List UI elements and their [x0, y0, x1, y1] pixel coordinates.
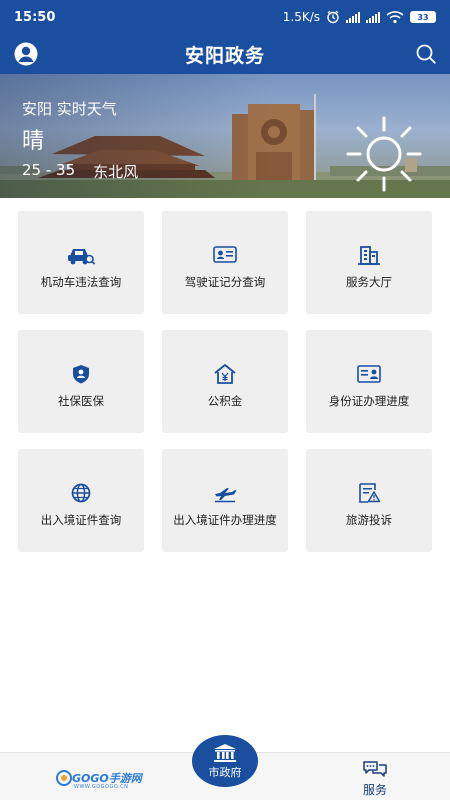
app-header: 安阳政务 [0, 34, 450, 74]
service-tile-license-points[interactable]: 驾驶证记分查询 [162, 211, 288, 314]
weather-city: 安阳 实时天气 [22, 100, 117, 118]
weather-info: 安阳 实时天气 晴 25 - 35 东北风 [22, 98, 138, 182]
government-building-icon [214, 743, 236, 762]
service-tile-exit-entry-progress[interactable]: 出入境证件办理进度 [162, 449, 288, 552]
wifi-icon [386, 11, 404, 24]
nav-label-services: 服务 [362, 783, 387, 797]
chat-bubbles-icon [363, 761, 387, 777]
complaint-form-icon [359, 482, 381, 503]
service-label: 出入境证件查询 [40, 512, 122, 527]
nav-tab-city-government[interactable]: 市政府 [192, 735, 258, 787]
weather-condition: 晴 [22, 129, 45, 154]
service-label: 公积金 [207, 393, 243, 408]
weather-temperature: 25 - 35 [22, 161, 76, 179]
building-icon [358, 245, 380, 265]
service-label: 服务大厅 [346, 274, 392, 289]
signal-2-icon [366, 11, 380, 23]
house-yen-icon [214, 363, 236, 384]
user-avatar-icon[interactable] [14, 42, 38, 66]
service-tile-tourism-complaint[interactable]: 旅游投诉 [306, 449, 432, 552]
airplane-icon [215, 487, 237, 502]
battery-indicator: 33 [410, 11, 436, 23]
globe-icon [71, 483, 91, 502]
service-tile-social-insurance[interactable]: 社保医保 [18, 330, 144, 433]
weather-wind: 东北风 [93, 163, 139, 181]
status-right: 1.5K/s 33 [283, 10, 436, 24]
id-card-icon [357, 364, 381, 383]
services-grid: 机动车违法查询 驾驶证记分查询 服务大厅 社保医保 公积金 身份证办理进度 出入… [18, 211, 433, 552]
status-time: 15:50 [14, 9, 56, 25]
gamepad-logo-icon [56, 770, 72, 786]
shield-person-icon [73, 364, 89, 383]
service-label: 驾驶证记分查询 [184, 274, 266, 289]
service-tile-housing-fund[interactable]: 公积金 [162, 330, 288, 433]
sun-icon [346, 116, 422, 192]
service-tile-vehicle-violation[interactable]: 机动车违法查询 [18, 211, 144, 314]
status-bar: 15:50 1.5K/s 33 [0, 0, 450, 34]
service-label: 旅游投诉 [346, 512, 392, 527]
signal-1-icon [346, 11, 360, 23]
app-screen: 15:50 1.5K/s 33 安阳政务 安阳 实时天气 晴 25 - 35 东… [0, 0, 450, 800]
service-label: 出入境证件办理进度 [173, 512, 277, 527]
service-tile-id-card-progress[interactable]: 身份证办理进度 [306, 330, 432, 433]
gogo-logo: GOGO手游网 WWW.GOGOGO.CN [56, 770, 142, 790]
alarm-icon [327, 10, 339, 24]
page-title: 安阳政务 [184, 44, 265, 67]
service-tile-exit-entry-query[interactable]: 出入境证件查询 [18, 449, 144, 552]
service-tile-service-hall[interactable]: 服务大厅 [306, 211, 432, 314]
nav-label-city-government: 市政府 [208, 765, 242, 779]
service-label: 身份证办理进度 [328, 393, 410, 408]
license-card-icon [213, 245, 237, 263]
weather-temp-row: 25 - 35 东北风 [22, 161, 138, 182]
search-icon[interactable] [414, 42, 438, 66]
service-label: 社保医保 [58, 393, 104, 408]
car-search-icon [68, 248, 95, 265]
gogo-logo-sub: WWW.GOGOGO.CN [74, 784, 129, 790]
weather-banner[interactable]: 安阳 实时天气 晴 25 - 35 东北风 [0, 74, 450, 198]
service-label: 机动车违法查询 [40, 274, 122, 289]
nav-tab-services[interactable]: 服务 [352, 759, 398, 799]
network-speed: 1.5K/s [282, 10, 320, 24]
